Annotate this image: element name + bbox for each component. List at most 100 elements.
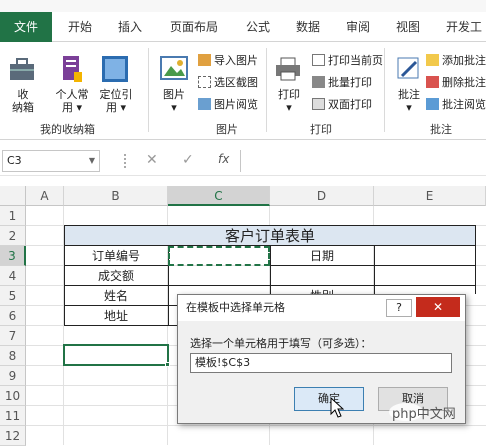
- position-ref-icon: [102, 56, 128, 82]
- duplex-print-button[interactable]: 双面打印: [312, 96, 372, 112]
- tab-insert[interactable]: 插入: [118, 12, 142, 42]
- close-button[interactable]: ✕: [416, 297, 460, 317]
- tab-data[interactable]: 数据: [296, 12, 320, 42]
- table-border: [270, 265, 476, 266]
- personal-common-icon: [63, 56, 82, 82]
- ribbon-panel: 收 纳箱 个人常 用 ▾ 定位引 用 ▾ 我的收纳箱 图片 ▾ 导入图片 选区截…: [0, 42, 486, 140]
- picture-button[interactable]: 图片 ▾: [158, 88, 190, 114]
- print-page-icon: [312, 54, 325, 66]
- column-header-d[interactable]: D: [270, 186, 374, 206]
- php-watermark: php中文网: [388, 400, 484, 424]
- mouse-cursor-icon: [330, 397, 344, 418]
- browse-annotation-icon: [426, 98, 439, 110]
- table-border: [64, 225, 476, 226]
- select-screenshot-button[interactable]: 选区截图: [198, 74, 258, 90]
- column-header-c[interactable]: C: [168, 186, 270, 206]
- cancel-entry-button[interactable]: ✕: [146, 152, 158, 168]
- sheet-title-cell[interactable]: 客户订单表单: [64, 226, 476, 246]
- column-header-a[interactable]: A: [26, 186, 64, 206]
- ribbon-separator: [148, 48, 149, 132]
- select-all-corner[interactable]: [0, 186, 26, 206]
- cell-date-label[interactable]: 日期: [270, 247, 374, 265]
- import-picture-button[interactable]: 导入图片: [198, 52, 258, 68]
- add-annotation-icon: [426, 54, 439, 66]
- cell-reference-input[interactable]: 模板!$C$3: [190, 353, 452, 373]
- copy-marquee-c3: [168, 246, 270, 266]
- receive-box-button[interactable]: 收 纳箱: [6, 88, 40, 114]
- formula-bar-grip: [124, 154, 126, 168]
- column-header-b[interactable]: B: [64, 186, 168, 206]
- cell-deal-amount-label[interactable]: 成交额: [64, 267, 168, 285]
- picture-browse-icon: [198, 98, 211, 110]
- cell-name-label[interactable]: 姓名: [64, 287, 168, 305]
- tab-formulas[interactable]: 公式: [246, 12, 270, 42]
- help-button[interactable]: ?: [386, 299, 412, 317]
- table-border: [64, 305, 178, 306]
- picture-browse-button[interactable]: 图片阅览: [198, 96, 258, 112]
- ribbon-tab-bar: 文件 开始 插入 页面布局 公式 数据 审阅 视图 开发工: [0, 12, 486, 42]
- toolbox-icon: [10, 58, 34, 80]
- name-box[interactable]: C3 ▼: [2, 150, 100, 172]
- chevron-down-icon[interactable]: ▼: [89, 151, 95, 171]
- row-header-2[interactable]: 2: [0, 226, 26, 246]
- personal-common-button[interactable]: 个人常 用 ▾: [52, 88, 92, 114]
- add-annotation-button[interactable]: 添加批注: [426, 52, 486, 68]
- table-border: [374, 245, 375, 294]
- picture-icon: [160, 56, 188, 80]
- quick-access-strip: [0, 0, 486, 12]
- row-header-12[interactable]: 12: [0, 426, 26, 446]
- row-header-1[interactable]: 1: [0, 206, 26, 226]
- annotate-pen-icon: [397, 57, 419, 79]
- dialog-prompt: 选择一个单元格用于填写（可多选）：: [190, 337, 372, 350]
- batch-print-icon: [312, 76, 325, 88]
- screenshot-icon: [198, 76, 211, 88]
- table-border: [475, 225, 476, 294]
- active-cell-b8[interactable]: [63, 344, 169, 366]
- cell-order-no-label[interactable]: 订单编号: [64, 247, 168, 265]
- fill-handle[interactable]: [165, 362, 170, 367]
- print-current-page-button[interactable]: 打印当前页: [312, 52, 383, 68]
- tab-file[interactable]: 文件: [0, 12, 52, 42]
- row-header-3[interactable]: 3: [0, 246, 26, 266]
- row-header-9[interactable]: 9: [0, 366, 26, 386]
- row-header-5[interactable]: 5: [0, 286, 26, 306]
- insert-function-button[interactable]: fx: [218, 152, 229, 166]
- enter-entry-button[interactable]: ✓: [182, 152, 194, 168]
- ok-button[interactable]: 确定: [294, 387, 364, 411]
- formula-input[interactable]: [240, 150, 484, 172]
- cell-address-label[interactable]: 地址: [64, 307, 168, 325]
- tab-home[interactable]: 开始: [68, 12, 92, 42]
- batch-print-button[interactable]: 批量打印: [312, 74, 372, 90]
- tab-view[interactable]: 视图: [396, 12, 420, 42]
- group-picture-label: 图片: [216, 123, 238, 136]
- tab-review[interactable]: 审阅: [346, 12, 370, 42]
- duplex-print-icon: [312, 98, 325, 110]
- group-annotation-label: 批注: [430, 123, 452, 136]
- formula-bar: C3 ▼ ✕ ✓ fx: [0, 146, 486, 176]
- ribbon-separator: [266, 48, 267, 132]
- printer-icon: [276, 57, 300, 81]
- delete-annotation-icon: [426, 76, 439, 88]
- position-ref-button[interactable]: 定位引 用 ▾: [96, 88, 136, 114]
- group-my-box-label: 我的收纳箱: [40, 123, 95, 136]
- row-header-11[interactable]: 11: [0, 406, 26, 426]
- annotate-button[interactable]: 批注 ▾: [394, 88, 424, 114]
- browse-annotation-button[interactable]: 批注阅览: [426, 96, 486, 112]
- row-header-4[interactable]: 4: [0, 266, 26, 286]
- row-header-10[interactable]: 10: [0, 386, 26, 406]
- tab-page-layout[interactable]: 页面布局: [170, 12, 218, 42]
- row-header-7[interactable]: 7: [0, 326, 26, 346]
- tab-developer[interactable]: 开发工: [446, 12, 482, 42]
- table-border: [64, 265, 168, 266]
- watermark-text: php中文网: [392, 407, 456, 422]
- row-header-8[interactable]: 8: [0, 346, 26, 366]
- row-header-6[interactable]: 6: [0, 306, 26, 326]
- import-picture-icon: [198, 54, 211, 66]
- gridline: [26, 425, 486, 426]
- column-header-e[interactable]: E: [374, 186, 486, 206]
- cell-gender-label-partial[interactable]: 性别: [270, 287, 374, 294]
- table-border: [64, 325, 178, 326]
- group-print-label: 打印: [310, 123, 332, 136]
- print-button[interactable]: 打印 ▾: [274, 88, 304, 114]
- delete-annotation-button[interactable]: 删除批注: [426, 74, 486, 90]
